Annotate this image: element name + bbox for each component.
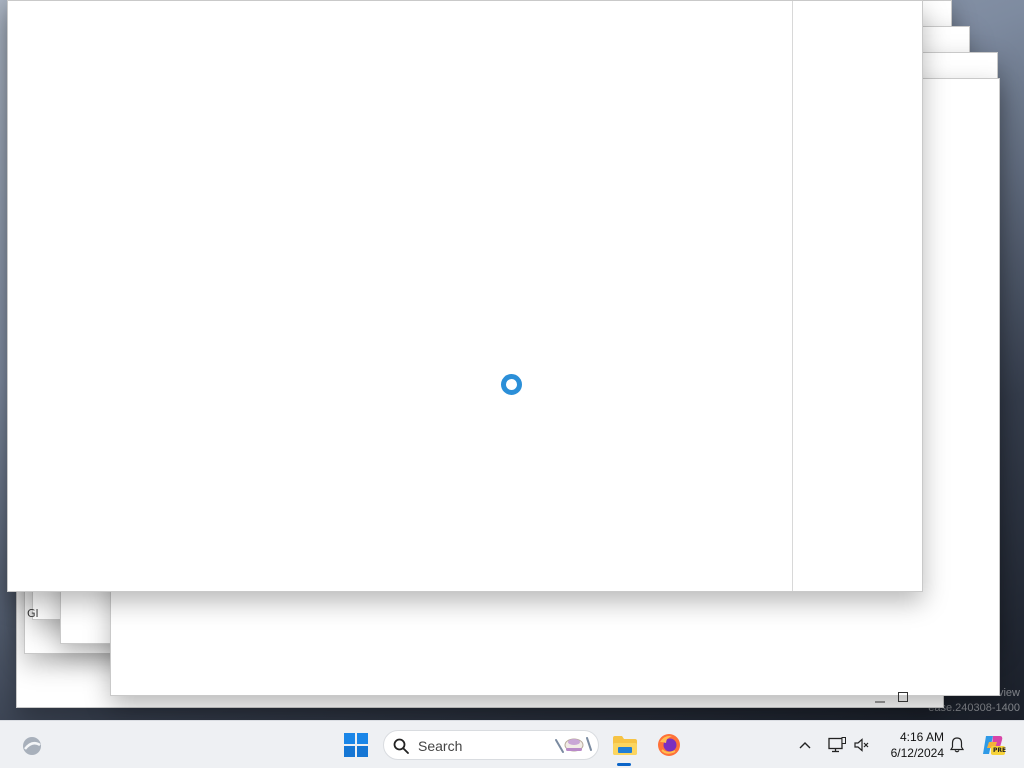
desktop: rs Insider Preview ease.240308-1400 Gl: [0, 0, 1024, 720]
volume-muted-icon[interactable]: [852, 734, 872, 756]
minimize-icon[interactable]: [874, 692, 886, 704]
taskbar: Search 4:16 AM 6/12/2024 PRE: [0, 720, 1024, 768]
copilot-badge: PRE: [993, 747, 1007, 754]
loading-spinner-icon: [501, 374, 522, 395]
bell-icon[interactable]: [947, 734, 967, 756]
start-button[interactable]: [341, 732, 371, 758]
loading-window[interactable]: [7, 0, 923, 592]
firefox-icon[interactable]: [654, 731, 684, 759]
active-app-indicator: [617, 763, 631, 766]
maximize-icon[interactable]: [897, 691, 909, 703]
clock-time: 4:16 AM: [899, 730, 944, 744]
search-placeholder: Search: [418, 738, 463, 754]
copilot-icon[interactable]: PRE: [980, 732, 1006, 758]
weather-icon[interactable]: [18, 732, 46, 758]
windows-logo-icon: [344, 733, 368, 757]
search-icon: [393, 738, 409, 754]
file-explorer-icon[interactable]: [610, 731, 640, 759]
clock-date: 6/12/2024: [890, 746, 944, 760]
window-title-glyph: Gl: [27, 607, 39, 620]
search-input[interactable]: Search: [383, 730, 599, 760]
search-highlight-icon[interactable]: [552, 733, 596, 757]
system-clock[interactable]: 4:16 AM 6/12/2024: [878, 729, 944, 761]
network-icon[interactable]: [826, 734, 848, 756]
window-pane-divider: [792, 1, 793, 591]
chevron-up-icon[interactable]: [796, 735, 814, 755]
